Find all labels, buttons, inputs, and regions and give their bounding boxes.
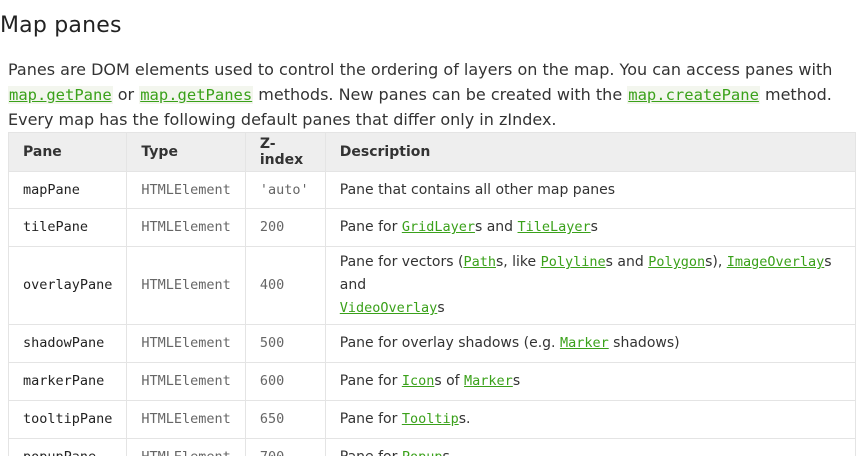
header-type: Type xyxy=(126,132,246,172)
cell-pane: tilePane xyxy=(7,208,128,247)
description-text: Pane for xyxy=(339,219,402,235)
cell-type: HTMLElement xyxy=(126,362,246,401)
cell-type: HTMLElement xyxy=(126,208,246,247)
cell-pane: markerPane xyxy=(7,362,128,401)
intro-end-text: method. xyxy=(759,85,832,104)
cell-zindex: 650 xyxy=(244,400,326,439)
description-text: s, like xyxy=(495,254,541,270)
cell-zindex: 200 xyxy=(244,208,326,247)
intro-line-3: Every map has the following default pane… xyxy=(8,110,557,129)
cell-type: HTMLElement xyxy=(126,324,246,363)
table-row: tilePane HTMLElement 200 Pane for GridLayer… xyxy=(7,208,856,247)
header-zindex: Z-index xyxy=(244,132,326,172)
description-link[interactable]: Marker xyxy=(560,335,609,351)
description-text: s and xyxy=(474,219,518,235)
cell-zindex: 500 xyxy=(244,324,326,363)
link-map-getpanes[interactable]: map.getPanes xyxy=(139,86,254,104)
cell-type: HTMLElement xyxy=(126,438,246,456)
cell-description: Pane for Tooltips. xyxy=(324,400,856,439)
description-link[interactable]: Marker xyxy=(464,373,513,389)
description-text: Pane for xyxy=(339,373,402,389)
cell-description: Pane for Popups. xyxy=(324,438,856,456)
cell-pane: shadowPane xyxy=(7,324,128,363)
cell-pane: mapPane xyxy=(7,171,128,209)
description-link[interactable]: Icon xyxy=(402,373,435,389)
cell-zindex: 600 xyxy=(244,362,326,401)
cell-pane: overlayPane xyxy=(7,246,128,325)
cell-pane: tooltipPane xyxy=(7,400,128,439)
table-row: popupPaneHTMLElement700Pane for Popups. xyxy=(7,438,856,456)
description-text: s of xyxy=(434,373,465,389)
cell-description: Pane for vectors (Paths, like Polylines … xyxy=(324,246,856,325)
description-link[interactable]: Popup xyxy=(402,449,443,456)
description-text: s. xyxy=(442,449,454,456)
description-text: shadows) xyxy=(608,335,680,351)
cell-type: HTMLElement xyxy=(126,400,246,439)
description-link[interactable]: Tooltip xyxy=(402,411,459,427)
intro-mid-text: methods. New panes can be created with t… xyxy=(253,85,628,104)
link-map-createpane[interactable]: map.createPane xyxy=(627,86,760,104)
table-row: mapPane HTMLElement'auto' Pane that contai… xyxy=(7,171,856,209)
description-text: s), xyxy=(705,254,727,270)
table-row: shadowPane HTMLElement 500 Pane for overlay… xyxy=(7,324,856,363)
table-row: overlayPane HTMLElement 400 Pane for vector… xyxy=(7,246,856,325)
cell-zindex: 'auto' xyxy=(244,171,326,209)
intro-line-1: Panes are DOM elements used to control t… xyxy=(8,60,833,79)
description-text: s and xyxy=(605,254,649,270)
cell-description: Pane for GridLayers and TileLayers xyxy=(324,208,856,247)
description-text: Pane for xyxy=(339,411,402,427)
cell-zindex: 700 xyxy=(244,438,326,456)
description-link[interactable]: VideoOverlay xyxy=(340,300,438,316)
description-link[interactable]: Polyline xyxy=(541,254,606,270)
panes-table: Pane Type Z-index Description mapPane HTM… xyxy=(7,132,856,456)
description-link[interactable]: ImageOverlay xyxy=(727,254,825,270)
description-text: s xyxy=(512,373,521,389)
table-row: tooltipPane HTMLElement 650 Pane for Toolti… xyxy=(7,400,856,439)
cell-pane: popupPane xyxy=(7,438,128,456)
description-link[interactable]: Polygon xyxy=(648,254,705,270)
description-text: s. xyxy=(458,411,471,427)
description-link[interactable]: Path xyxy=(463,254,496,270)
description-link[interactable]: GridLayer xyxy=(402,219,475,235)
cell-description: Pane that contains all other map panes xyxy=(324,171,856,209)
table-header-row: Pane Type Z-index Description xyxy=(7,132,856,172)
intro-or-text: or xyxy=(112,85,140,104)
description-text: s xyxy=(590,219,598,235)
description-text: Pane for overlay shadows (e.g. xyxy=(339,335,560,351)
description-text: Pane for vectors ( xyxy=(339,254,464,270)
page: Map panes Panes are DOM elements used to… xyxy=(0,0,856,456)
cell-description: Pane for Icons of Markers xyxy=(324,362,856,401)
description-text: Pane for xyxy=(340,449,402,456)
cell-zindex: 400 xyxy=(244,246,326,325)
section-title: Map panes xyxy=(0,13,122,38)
intro-paragraph: Panes are DOM elements used to control t… xyxy=(8,57,854,132)
header-description: Description xyxy=(324,132,856,172)
cell-description: Pane for overlay shadows (e.g. Marker sh… xyxy=(324,324,856,363)
description-text: Pane that contains all other map panes xyxy=(339,181,616,198)
description-link[interactable]: TileLayer xyxy=(518,219,591,235)
table-row: markerPane HTMLElement 600 Pane for Icons o… xyxy=(7,362,856,401)
cell-type: HTMLElement xyxy=(126,171,246,209)
link-map-getpane[interactable]: map.getPane xyxy=(8,86,113,104)
cell-type: HTMLElement xyxy=(126,246,246,325)
description-text: s xyxy=(437,300,445,316)
intro-line-2: map.getPane or map.getPanes methods. New… xyxy=(8,82,854,107)
header-pane: Pane xyxy=(7,132,128,172)
